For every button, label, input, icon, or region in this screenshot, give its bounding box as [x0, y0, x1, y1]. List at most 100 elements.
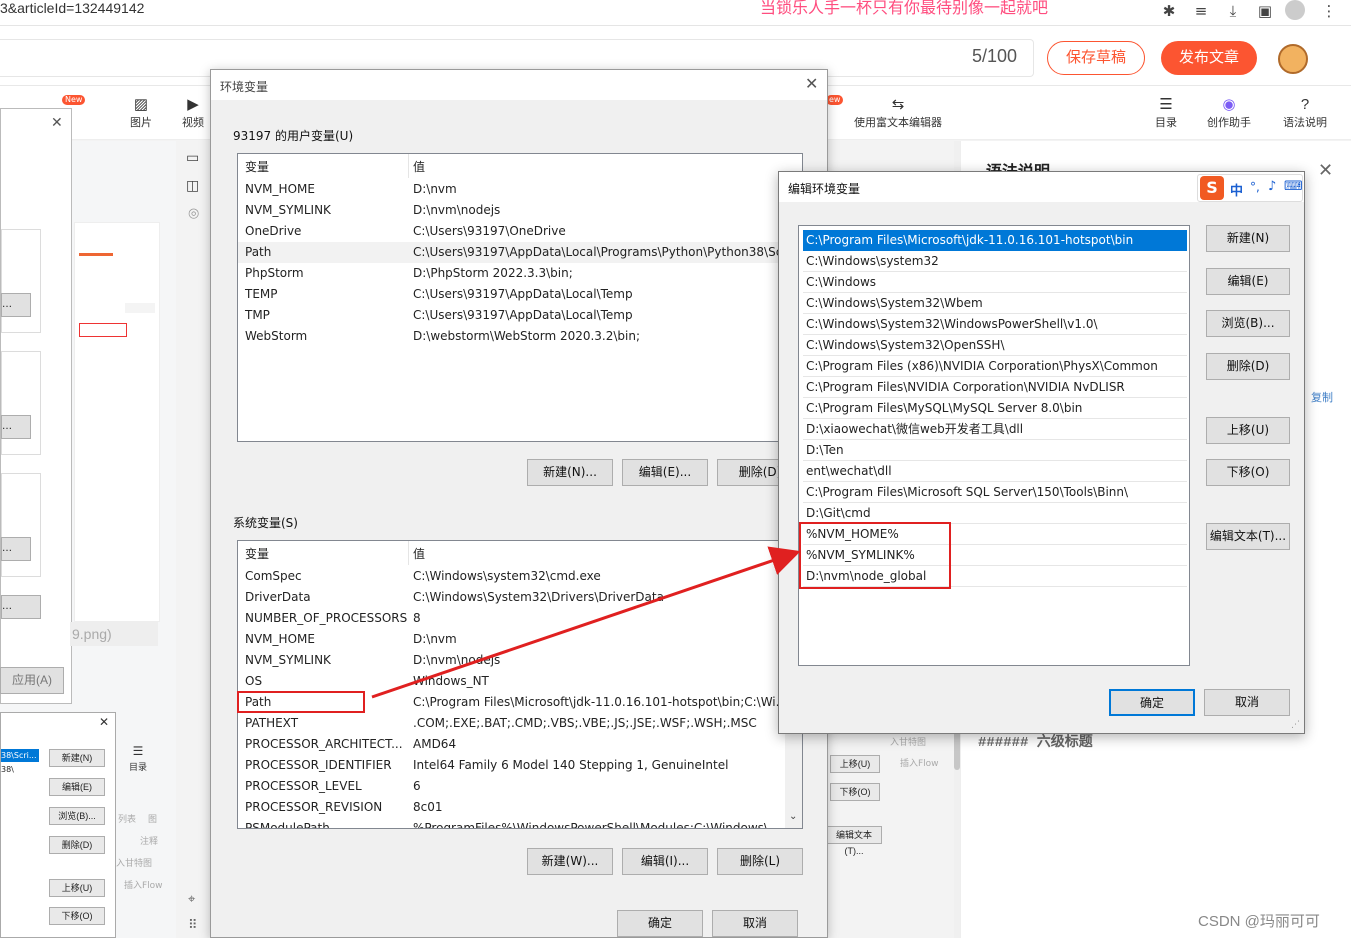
path-entry[interactable]: C:\Program Files\Microsoft SQL Server\15…: [803, 482, 1187, 503]
column-header-variable[interactable]: 变量: [245, 158, 269, 175]
path-new-button[interactable]: 新建(N): [1206, 225, 1290, 252]
layout-icon[interactable]: ▭: [186, 150, 199, 166]
path-entry[interactable]: C:\Program Files (x86)\NVIDIA Corporatio…: [803, 356, 1187, 377]
small-up-button[interactable]: 上移(U): [49, 879, 105, 897]
ime-toolbar[interactable]: S 中 °, ♪ ⌨: [1197, 174, 1303, 202]
path-entry[interactable]: C:\Windows\System32\WindowsPowerShell\v1…: [803, 314, 1187, 335]
path-entry[interactable]: 38\: [1, 765, 39, 774]
column-header-value[interactable]: 值: [413, 545, 425, 562]
small-down-button[interactable]: 下移(O): [49, 907, 105, 925]
toolbar-video[interactable]: ▶ 视频: [180, 96, 206, 130]
split-view-icon[interactable]: ◫: [186, 178, 199, 194]
path-move-down-button[interactable]: 下移(O): [1206, 459, 1290, 486]
env-var-row[interactable]: PROCESSOR_LEVEL 6: [238, 776, 802, 797]
browse-button[interactable]: …: [1, 415, 31, 439]
env-var-row[interactable]: Path C:\Users\93197\AppData\Local\Program…: [238, 242, 802, 263]
bg-down-button[interactable]: 下移(O): [830, 783, 880, 801]
path-entries-list[interactable]: C:\Program Files\Microsoft\jdk-11.0.16.1…: [798, 225, 1190, 666]
column-header-value[interactable]: 值: [413, 158, 425, 175]
env-var-row[interactable]: PSModulePath %ProgramFiles%\WindowsPowerS…: [238, 818, 802, 828]
user-edit-button[interactable]: 编辑(E)...: [622, 459, 708, 486]
env-var-row[interactable]: NUMBER_OF_PROCESSORS 8: [238, 608, 802, 629]
path-entry[interactable]: C:\Windows\System32\OpenSSH\: [803, 335, 1187, 356]
save-draft-button[interactable]: 保存草稿: [1047, 41, 1145, 75]
path-entry[interactable]: C:\Program Files\Microsoft\jdk-11.0.16.1…: [803, 230, 1187, 251]
small-delete-button[interactable]: 删除(D): [49, 836, 105, 854]
env-var-row[interactable]: NVM_SYMLINK D:\nvm\nodejs: [238, 650, 802, 671]
toolbar-assistant[interactable]: ◉ 创作助手: [1204, 96, 1254, 130]
toolbar-grammar[interactable]: ? 语法说明: [1280, 96, 1330, 130]
toolbar-toc[interactable]: ☰ 目录: [1151, 96, 1181, 130]
edit-ok-button[interactable]: 确定: [1109, 689, 1195, 716]
env-var-row[interactable]: PATHEXT .COM;.EXE;.BAT;.CMD;.VBS;.VBE;.JS…: [238, 713, 802, 734]
avatar[interactable]: [1278, 44, 1308, 74]
path-entry[interactable]: D:\xiaowechat\微信web开发者工具\dll: [803, 419, 1187, 440]
publish-button[interactable]: 发布文章: [1161, 41, 1257, 75]
edit-cancel-button[interactable]: 取消: [1204, 689, 1290, 716]
scroll-down-icon[interactable]: ⌄: [789, 811, 797, 822]
column-header-variable[interactable]: 变量: [245, 545, 269, 562]
user-vars-list[interactable]: 变量 值 NVM_HOME D:\nvm NVM_SYMLINK D:\nvm\nod…: [237, 153, 803, 442]
path-entry[interactable]: C:\Program Files\NVIDIA Corporation\NVID…: [803, 377, 1187, 398]
path-move-up-button[interactable]: 上移(U): [1206, 417, 1290, 444]
drag-icon[interactable]: ⠿: [188, 918, 198, 933]
more-menu-icon[interactable]: ⋮: [1320, 2, 1338, 20]
path-entry[interactable]: C:\Windows: [803, 272, 1187, 293]
env-var-row[interactable]: NVM_SYMLINK D:\nvm\nodejs: [238, 200, 802, 221]
env-var-row[interactable]: DriverData C:\Windows\System32\Drivers\Dr…: [238, 587, 802, 608]
path-entry[interactable]: C:\Windows\system32: [803, 251, 1187, 272]
path-edit-button[interactable]: 编辑(E): [1206, 268, 1290, 295]
env-var-row[interactable]: WebStorm D:\webstorm\WebStorm 2020.3.2\bi…: [238, 326, 802, 347]
profile-icon[interactable]: [1285, 0, 1305, 20]
path-entry[interactable]: C:\Windows\System32\Wbem: [803, 293, 1187, 314]
microphone-icon[interactable]: ♪: [1268, 179, 1276, 194]
path-entry[interactable]: D:\Git\cmd: [803, 503, 1187, 524]
small-edit-button[interactable]: 编辑(E): [49, 778, 105, 796]
bg-edit-text-button[interactable]: 编辑文本(T)...: [826, 826, 882, 856]
small-new-button[interactable]: 新建(N): [49, 749, 105, 767]
system-new-button[interactable]: 新建(W)...: [527, 848, 613, 875]
download-icon[interactable]: ⤓: [1224, 2, 1242, 20]
preview-icon[interactable]: ◎: [188, 206, 199, 221]
env-var-row[interactable]: NVM_HOME D:\nvm: [238, 629, 802, 650]
env-var-row[interactable]: PhpStorm D:\PhpStorm 2022.3.3\bin;: [238, 263, 802, 284]
browse-button[interactable]: …: [1, 293, 31, 317]
close-icon[interactable]: ✕: [51, 115, 63, 131]
env-var-row[interactable]: TMP C:\Users\93197\AppData\Local\Temp: [238, 305, 802, 326]
small-browse-button[interactable]: 浏览(B)...: [49, 807, 105, 825]
selected-path[interactable]: 38\Scri...: [1, 749, 39, 762]
toolbar-rich-editor[interactable]: ⇆ 使用富文本编辑器: [848, 96, 948, 130]
env-ok-button[interactable]: 确定: [617, 910, 703, 937]
env-var-row[interactable]: OneDrive C:\Users\93197\OneDrive: [238, 221, 802, 242]
apply-button[interactable]: 应用(A): [0, 667, 64, 694]
env-var-row[interactable]: OS Windows_NT: [238, 671, 802, 692]
extensions-icon[interactable]: ✱: [1160, 2, 1178, 20]
env-titlebar[interactable]: [211, 70, 827, 100]
system-delete-button[interactable]: 删除(L): [717, 848, 803, 875]
env-var-row[interactable]: TEMP C:\Users\93197\AppData\Local\Temp: [238, 284, 802, 305]
close-icon[interactable]: ✕: [1318, 160, 1333, 181]
path-browse-button[interactable]: 浏览(B)...: [1206, 310, 1290, 337]
env-var-row[interactable]: NVM_HOME D:\nvm: [238, 179, 802, 200]
more-button[interactable]: …: [1, 595, 41, 619]
ime-punctuation[interactable]: °,: [1250, 180, 1260, 194]
path-entry[interactable]: C:\Program Files\MySQL\MySQL Server 8.0\…: [803, 398, 1187, 419]
close-icon[interactable]: ✕: [805, 74, 818, 93]
ime-chinese-mode[interactable]: 中: [1230, 180, 1243, 199]
path-entry[interactable]: D:\Ten: [803, 440, 1187, 461]
env-var-row[interactable]: PROCESSOR_IDENTIFIER Intel64 Family 6 Mod…: [238, 755, 802, 776]
browse-button[interactable]: …: [1, 537, 31, 561]
env-var-row[interactable]: PROCESSOR_ARCHITECT... AMD64: [238, 734, 802, 755]
user-new-button[interactable]: 新建(N)...: [527, 459, 613, 486]
toolbar-image[interactable]: ▨ 图片: [128, 96, 154, 130]
playlist-icon[interactable]: ≡: [1192, 2, 1210, 20]
bg-up-button[interactable]: 上移(U): [830, 755, 880, 773]
path-delete-button[interactable]: 删除(D): [1206, 353, 1290, 380]
sidebar-icon[interactable]: ▣: [1256, 2, 1274, 20]
copy-button[interactable]: 复制: [1311, 389, 1333, 405]
path-entry[interactable]: ent\wechat\dll: [803, 461, 1187, 482]
side-toc[interactable]: ☰ 目录: [128, 742, 148, 773]
path-edit-text-button[interactable]: 编辑文本(T)...: [1206, 523, 1290, 550]
locate-icon[interactable]: ⌖: [188, 892, 195, 907]
system-vars-list[interactable]: 变量 值 ComSpec C:\Windows\system32\cmd.exe D…: [237, 540, 803, 829]
